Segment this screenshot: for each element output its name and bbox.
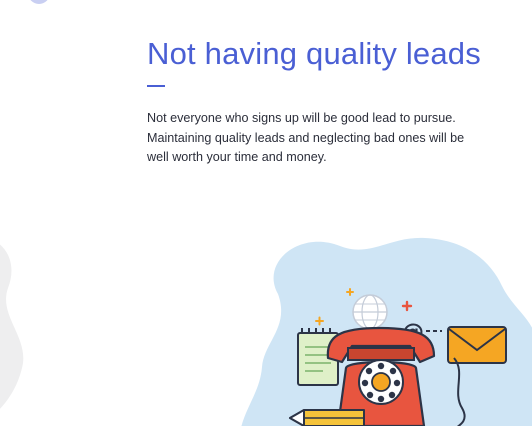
envelope-icon (447, 326, 507, 364)
section-content: Not having quality leads Not everyone wh… (147, 34, 507, 168)
gray-blob-decoration (0, 244, 24, 409)
title-underline (147, 85, 165, 87)
decorative-dot (28, 0, 50, 4)
section-title: Not having quality leads (147, 36, 481, 71)
page: Not having quality leads Not everyone wh… (0, 0, 532, 426)
pencil-icon (289, 409, 365, 426)
section-description: Not everyone who signs up will be good l… (147, 111, 465, 164)
leads-illustration: @ (241, 237, 532, 426)
globe-icon (352, 294, 388, 330)
